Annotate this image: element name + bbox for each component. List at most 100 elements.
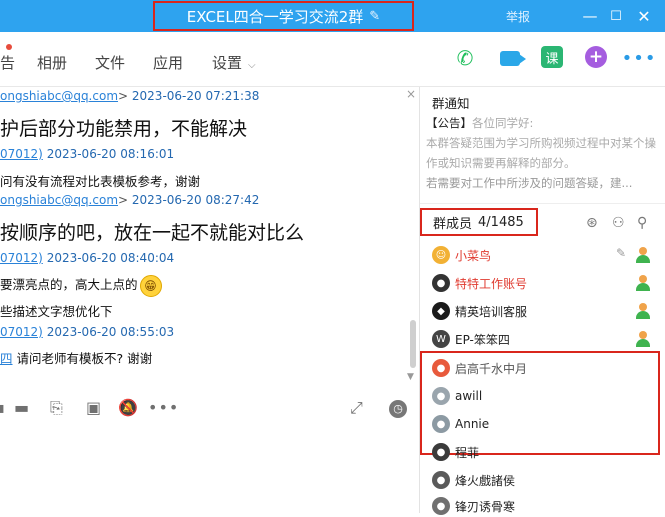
meta-separator: > <box>118 193 129 207</box>
message-meta: 07012) 2023-06-20 08:55:03 <box>0 325 174 339</box>
avatar: ● <box>432 415 450 433</box>
notice-tag: 【公告】 <box>426 116 472 130</box>
member-item[interactable]: ☺ 小菜鸟 ✎ <box>432 244 660 266</box>
chevron-down-icon: ⌵ <box>248 60 256 71</box>
message-meta: 07012) 2023-06-20 08:16:01 <box>0 147 174 161</box>
course-icon[interactable]: 课 <box>541 46 563 68</box>
avatar: ● <box>432 359 450 377</box>
add-member-icon[interactable]: ⚇ <box>612 215 625 231</box>
message-time: 2023-06-20 08:16:01 <box>46 147 175 161</box>
avatar: ● <box>432 471 450 489</box>
folder-icon[interactable]: ▬ <box>14 398 29 417</box>
group-toolbar: 告 相册 文件 应用 设置 ⌵ ✆ 课 + ••• <box>0 32 665 87</box>
member-item[interactable]: ● 锋刃诱骨寒 <box>432 495 660 517</box>
image-icon[interactable]: ▣ <box>86 398 101 417</box>
avatar: ☺ <box>432 246 450 264</box>
members-header: 群成员 4/1485 <box>420 208 538 236</box>
message-time: 2023-06-20 07:21:38 <box>131 89 260 103</box>
group-notice-title[interactable]: 群通知 <box>432 93 470 112</box>
message-text: 四 请问老师有模板不? 谢谢 <box>0 348 152 367</box>
member-item[interactable]: ● 烽火戲諸侯 <box>432 469 660 491</box>
chat-scrollbar[interactable] <box>410 320 416 368</box>
search-by-voice-icon[interactable]: ⊛ <box>586 215 598 231</box>
close-button[interactable]: ✕ <box>632 0 656 32</box>
tab-settings-label: 设置 <box>212 54 243 72</box>
members-label: 群成员 <box>433 216 473 232</box>
sender-prefix[interactable]: 四 <box>0 351 13 366</box>
video-icon[interactable] <box>498 46 526 70</box>
message-text: 护后部分功能禁用，不能解决 <box>0 118 248 140</box>
divider <box>420 203 665 204</box>
edit-icon[interactable]: ✎ <box>616 246 626 260</box>
sender-link[interactable]: ongshiabc@qq.com <box>0 193 118 207</box>
expand-icon[interactable]: ⤢ <box>350 398 363 418</box>
message-text: 些描述文字想优化下 <box>0 304 113 319</box>
member-item[interactable]: ● 启高千水中月 <box>432 357 660 379</box>
member-name: awill <box>455 389 483 403</box>
message-meta: 07012) 2023-06-20 08:40:04 <box>0 251 174 265</box>
message-text-content: 要漂亮点的，高大上点的 <box>0 277 138 292</box>
more-tools-icon[interactable]: ••• <box>148 398 179 417</box>
admin-icon <box>636 303 650 319</box>
right-panel: 群通知 【公告】各位同学好: 本群答疑范围为学习所购视频过程中对某个操作或知识需… <box>420 87 665 515</box>
message-meta: ongshiabc@qq.com> 2023-06-20 07:21:38 <box>0 89 259 103</box>
message-text: 按顺序的吧，放在一起不就能对比么 <box>0 222 305 244</box>
grin-emoji-icon: 😁 <box>139 274 162 297</box>
notice-text: 本群答疑范围为学习所购视频过程中对某个操作或知识需要再解释的部分。 <box>426 136 656 170</box>
minimize-button[interactable]: — <box>578 0 602 32</box>
members-count: 4/1485 <box>478 214 524 230</box>
maximize-button[interactable]: ☐ <box>604 0 628 32</box>
notice-lead: 各位同学好: <box>472 116 534 130</box>
video-icon-shape <box>500 50 526 66</box>
tab-announcement[interactable]: 告 <box>0 52 15 73</box>
mute-icon[interactable]: 🔕 <box>118 398 138 417</box>
close-icon[interactable]: × <box>406 87 416 101</box>
sender-link[interactable]: 07012) <box>0 325 43 339</box>
member-item[interactable]: ● 特特工作账号 <box>432 272 660 294</box>
member-item[interactable]: ● Annie <box>432 413 660 435</box>
admin-icon <box>636 275 650 291</box>
member-name: 启高千水中月 <box>455 361 528 376</box>
member-name: EP-笨笨四 <box>455 332 510 347</box>
avatar: ● <box>432 443 450 461</box>
tab-settings[interactable]: 设置 ⌵ <box>212 52 256 73</box>
message-time: 2023-06-20 08:27:42 <box>131 193 260 207</box>
avatar: ● <box>432 387 450 405</box>
member-item[interactable]: W EP-笨笨四 <box>432 328 660 350</box>
more-icon[interactable]: ••• <box>622 46 656 70</box>
edit-title-icon[interactable]: ✎ <box>369 9 380 24</box>
report-button[interactable]: 举报 <box>506 0 530 32</box>
member-item[interactable]: ● awill <box>432 385 660 407</box>
file-icon[interactable]: ⎘ <box>50 398 63 418</box>
sender-link[interactable]: ongshiabc@qq.com <box>0 89 118 103</box>
add-icon[interactable]: + <box>585 46 607 68</box>
title-bar: EXCEL四合一学习交流2群 ✎ 举报 — ☐ ✕ <box>0 0 665 32</box>
message-meta: ongshiabc@qq.com> 2023-06-20 08:27:42 <box>0 193 259 207</box>
unread-dot <box>6 44 12 50</box>
tab-album[interactable]: 相册 <box>37 52 67 73</box>
member-item[interactable]: ◆ 精英培训客服 <box>432 300 660 322</box>
search-icon[interactable]: ⚲ <box>637 215 647 231</box>
member-item[interactable]: ● 程菲 <box>432 441 660 463</box>
avatar: ◆ <box>432 302 450 320</box>
sender-link[interactable]: 07012) <box>0 147 43 161</box>
member-name: 锋刃诱骨寒 <box>455 499 516 514</box>
phone-icon[interactable]: ✆ <box>453 46 477 70</box>
window-title-box: EXCEL四合一学习交流2群 ✎ <box>153 1 414 31</box>
history-icon[interactable]: ◷ <box>389 400 407 418</box>
meta-separator: > <box>118 89 129 103</box>
admin-icon <box>636 247 650 263</box>
sender-link[interactable]: 07012) <box>0 251 43 265</box>
member-name: 烽火戲諸侯 <box>455 473 516 488</box>
message-time: 2023-06-20 08:40:04 <box>46 251 175 265</box>
font-icon[interactable]: ▪ <box>0 398 5 417</box>
group-notice-body[interactable]: 【公告】各位同学好: 本群答疑范围为学习所购视频过程中对某个操作或知识需要再解释… <box>426 113 658 193</box>
avatar: ● <box>432 274 450 292</box>
chat-history[interactable]: × ongshiabc@qq.com> 2023-06-20 07:21:38 … <box>0 87 420 390</box>
tab-files[interactable]: 文件 <box>95 52 125 73</box>
avatar: ● <box>432 497 450 515</box>
message-text: 问有没有流程对比表模板参考，谢谢 <box>0 174 201 189</box>
member-name: 精英培训客服 <box>455 304 528 319</box>
tab-apps[interactable]: 应用 <box>153 52 183 73</box>
scroll-down-icon[interactable]: ▼ <box>407 372 414 382</box>
